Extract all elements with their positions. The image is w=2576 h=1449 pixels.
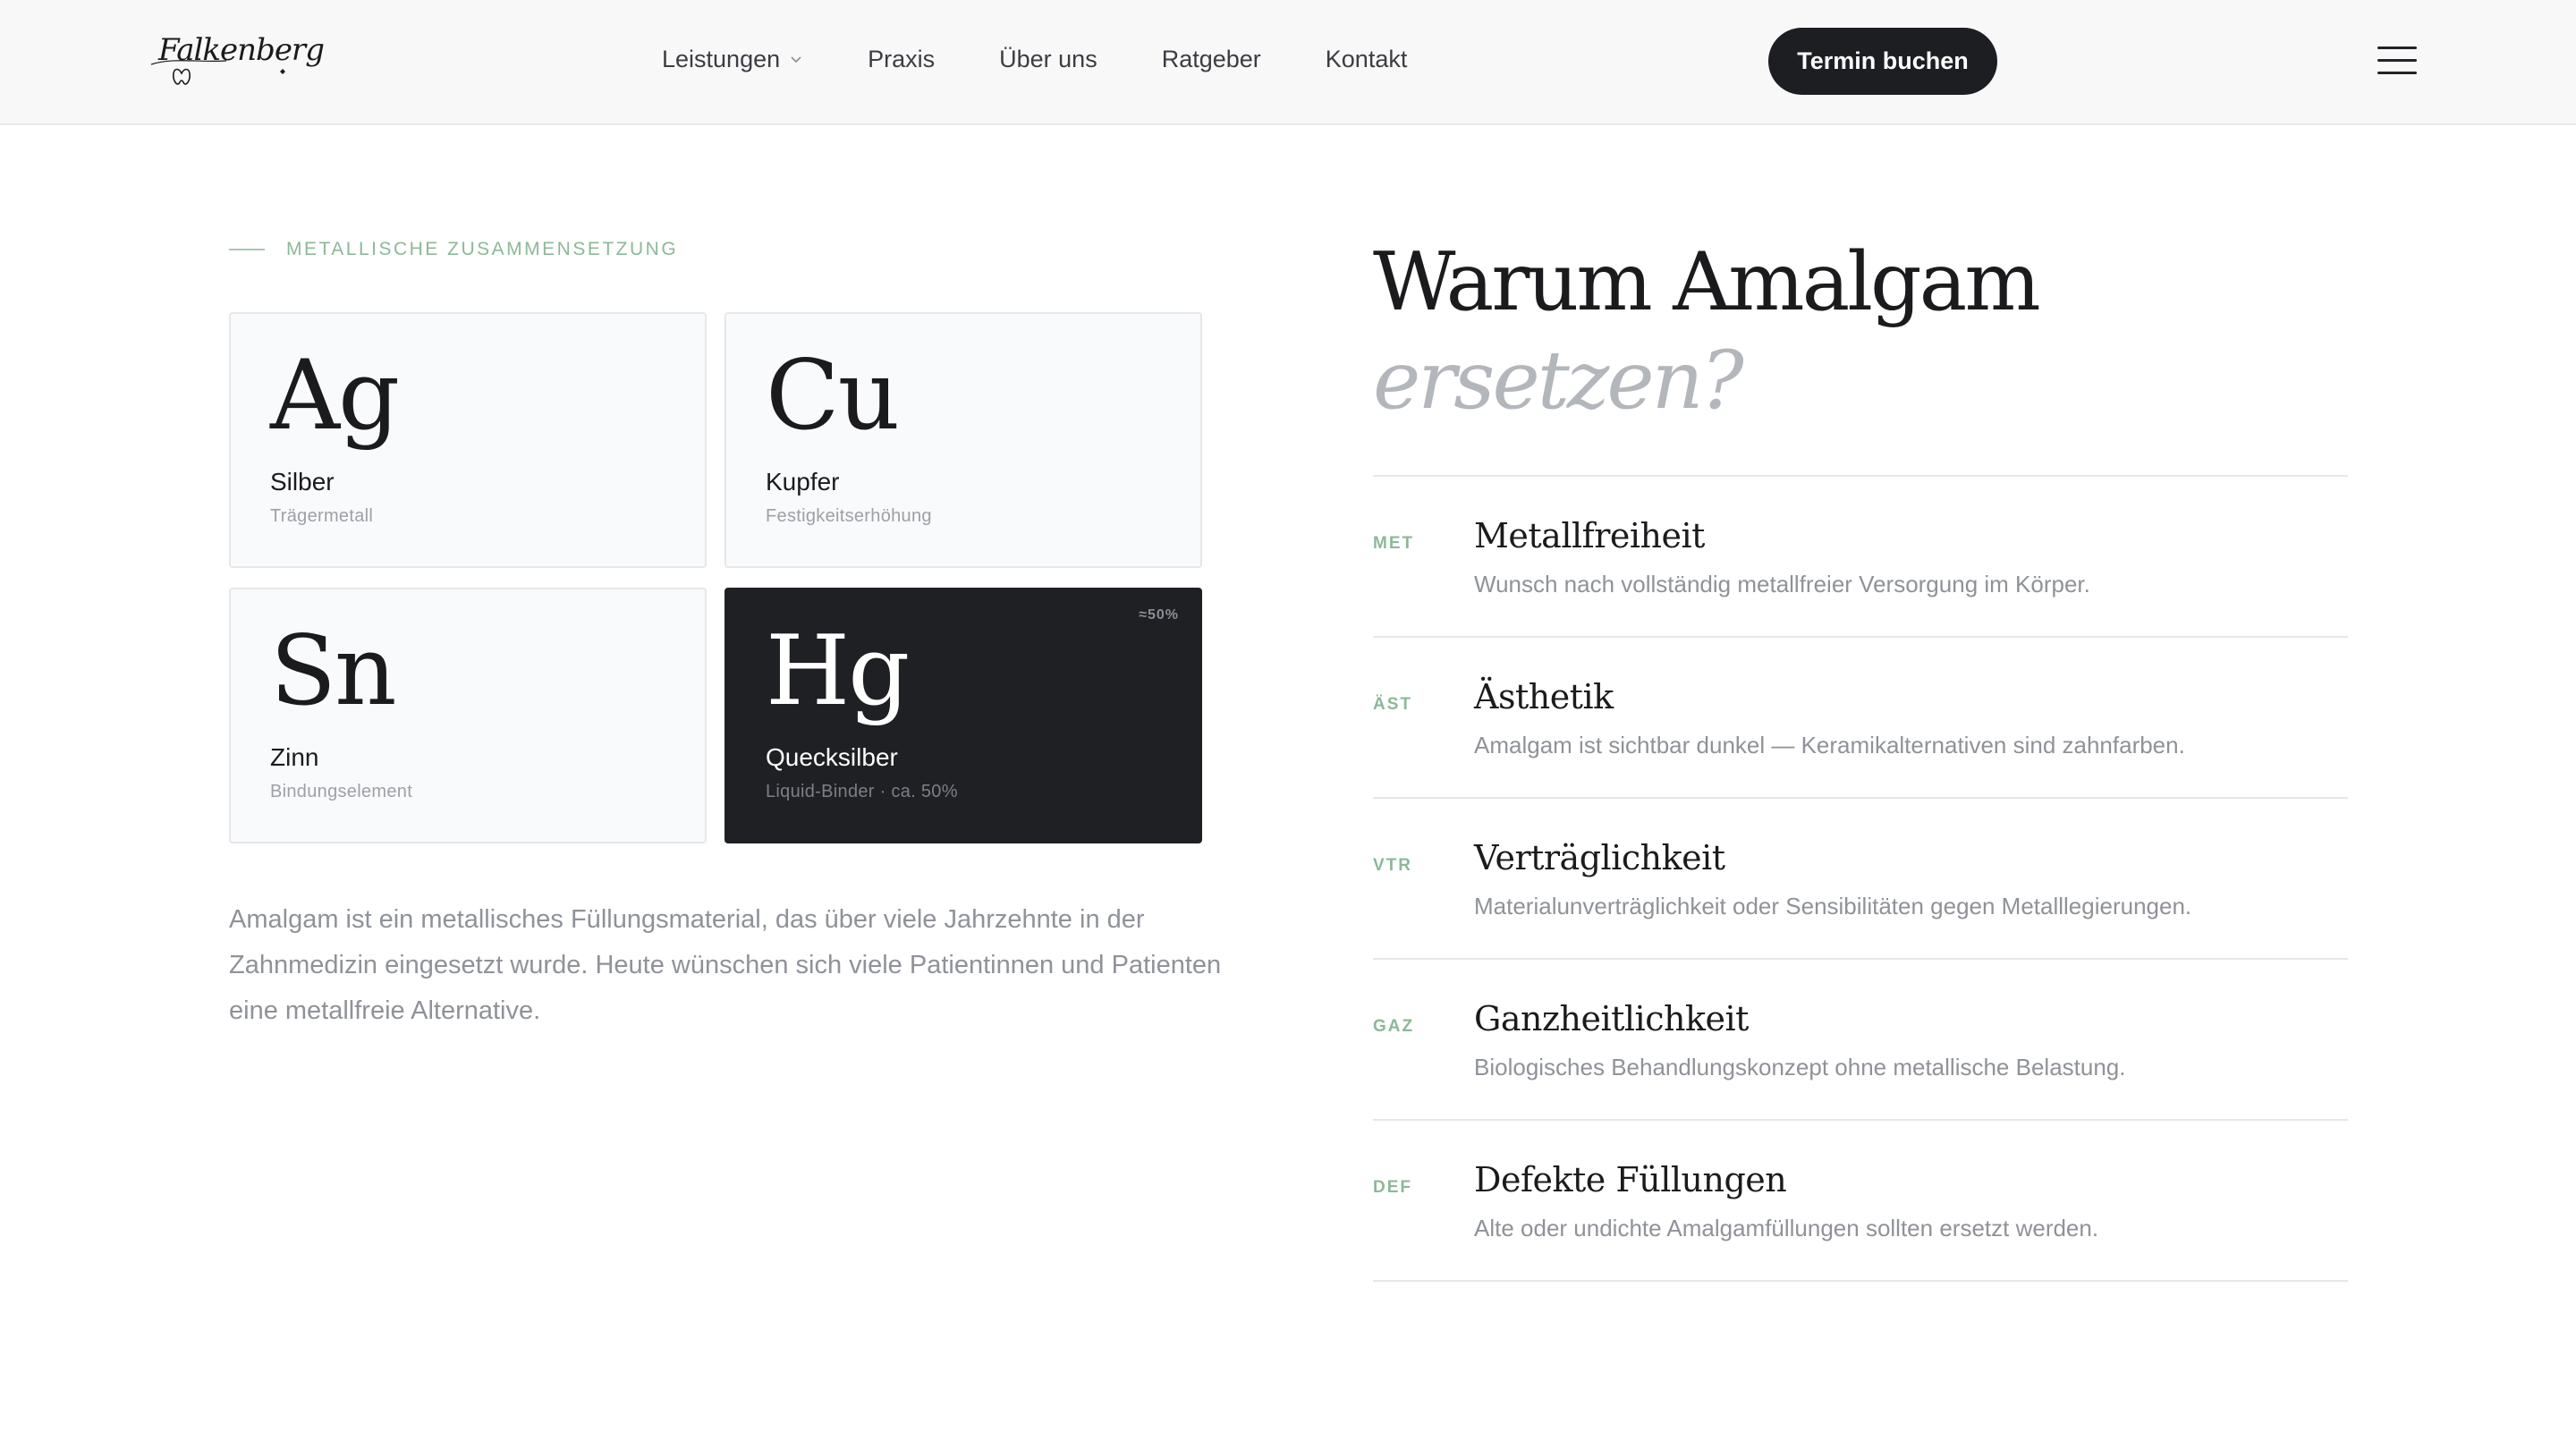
reason-title: Verträglichkeit xyxy=(1474,838,1725,877)
element-card-mercury: ≈50% Hg Quecksilber Liquid-Binder · ca. … xyxy=(724,588,1202,843)
reason-description: Biologisches Behandlungskonzept ohne met… xyxy=(1474,1054,2126,1080)
element-card-tin: Sn Zinn Bindungselement xyxy=(229,588,707,843)
reason-title: Defekte Füllungen xyxy=(1474,1160,1787,1199)
list-item: ÄST Ästhetik Amalgam ist sichtbar dunkel… xyxy=(1373,638,2348,799)
element-name: Zinn xyxy=(270,743,319,771)
chevron-down-icon xyxy=(791,56,801,64)
reason-description: Alte oder undichte Amalgamfüllungen soll… xyxy=(1474,1215,2099,1241)
reason-description: Wunsch nach vollständig metallfreier Ver… xyxy=(1474,571,2090,597)
reason-title: Ästhetik xyxy=(1474,677,1614,716)
main-nav: Leistungen Praxis Über uns Ratgeber Kont… xyxy=(662,41,1407,77)
reason-code: GAZ xyxy=(1373,1017,1415,1036)
eyebrow-line xyxy=(229,249,265,250)
list-item: GAZ Ganzheitlichkeit Biologisches Behand… xyxy=(1373,960,2348,1121)
nav-item-label: Ratgeber xyxy=(1161,45,1261,72)
element-description: Trägermetall xyxy=(270,506,374,526)
reason-code: VTR xyxy=(1373,856,1412,875)
site-header: Falkenberg Leistungen Praxis Über uns Ra… xyxy=(0,0,2576,125)
eyebrow-label: Metallische Zusammensetzung xyxy=(286,239,679,259)
nav-item-label: Kontakt xyxy=(1325,45,1408,72)
section-heading: Warum Amalgam xyxy=(1373,235,2041,329)
nav-item-label: Über uns xyxy=(999,45,1097,72)
nav-item-kontakt[interactable]: Kontakt xyxy=(1326,46,1408,73)
reason-title: Ganzheitlichkeit xyxy=(1474,999,1749,1038)
list-item: MET Metallfreiheit Wunsch nach vollständ… xyxy=(1373,477,2348,638)
intro-paragraph: Amalgam ist ein metallisches Füllungsmat… xyxy=(229,905,1222,1025)
nav-item-label: Praxis xyxy=(868,45,936,72)
reason-code: ÄST xyxy=(1373,695,1412,714)
hamburger-icon[interactable] xyxy=(2377,45,2419,77)
element-name: Quecksilber xyxy=(766,743,898,771)
element-symbol: Ag xyxy=(270,340,400,452)
nav-item-ratgeber[interactable]: Ratgeber xyxy=(1162,46,1261,73)
list-item: VTR Verträglichkeit Materialunverträglic… xyxy=(1373,799,2348,960)
element-symbol: Sn xyxy=(270,615,397,727)
reason-description: Materialunverträglichkeit oder Sensibili… xyxy=(1474,893,2192,919)
reason-code: MET xyxy=(1373,534,1415,553)
nav-item-leistungen[interactable]: Leistungen xyxy=(662,46,803,73)
element-name: Silber xyxy=(270,468,335,496)
percentage-badge: ≈50% xyxy=(1139,607,1179,623)
reason-description: Amalgam ist sichtbar dunkel — Keramikalt… xyxy=(1474,732,2185,758)
element-name: Kupfer xyxy=(766,468,840,496)
element-symbol: Hg xyxy=(766,615,910,727)
nav-item-ueber-uns[interactable]: Über uns xyxy=(999,46,1097,73)
reason-title: Metallfreiheit xyxy=(1474,516,1705,555)
section-heading-accent: ersetzen? xyxy=(1373,334,1744,428)
reasons-list: MET Metallfreiheit Wunsch nach vollständ… xyxy=(1373,475,2348,1282)
element-description: Bindungselement xyxy=(270,782,413,801)
reason-code: DEF xyxy=(1373,1178,1412,1197)
logo[interactable]: Falkenberg xyxy=(146,25,325,89)
element-description: Festigkeitserhöhung xyxy=(766,506,932,526)
element-card-silver: Ag Silber Trägermetall xyxy=(229,312,707,568)
element-symbol: Cu xyxy=(766,340,900,452)
element-card-copper: Cu Kupfer Festigkeitserhöhung xyxy=(724,312,1202,568)
nav-item-praxis[interactable]: Praxis xyxy=(868,46,935,73)
logo-text: Falkenberg xyxy=(158,32,325,68)
list-item: DEF Defekte Füllungen Alte oder undichte… xyxy=(1373,1121,2348,1282)
element-description: Liquid-Binder · ca. 50% xyxy=(766,782,958,801)
book-appointment-button[interactable]: Termin buchen xyxy=(1768,28,1997,95)
nav-item-label: Leistungen xyxy=(662,45,781,72)
section-eyebrow: Metallische Zusammensetzung xyxy=(229,239,678,260)
